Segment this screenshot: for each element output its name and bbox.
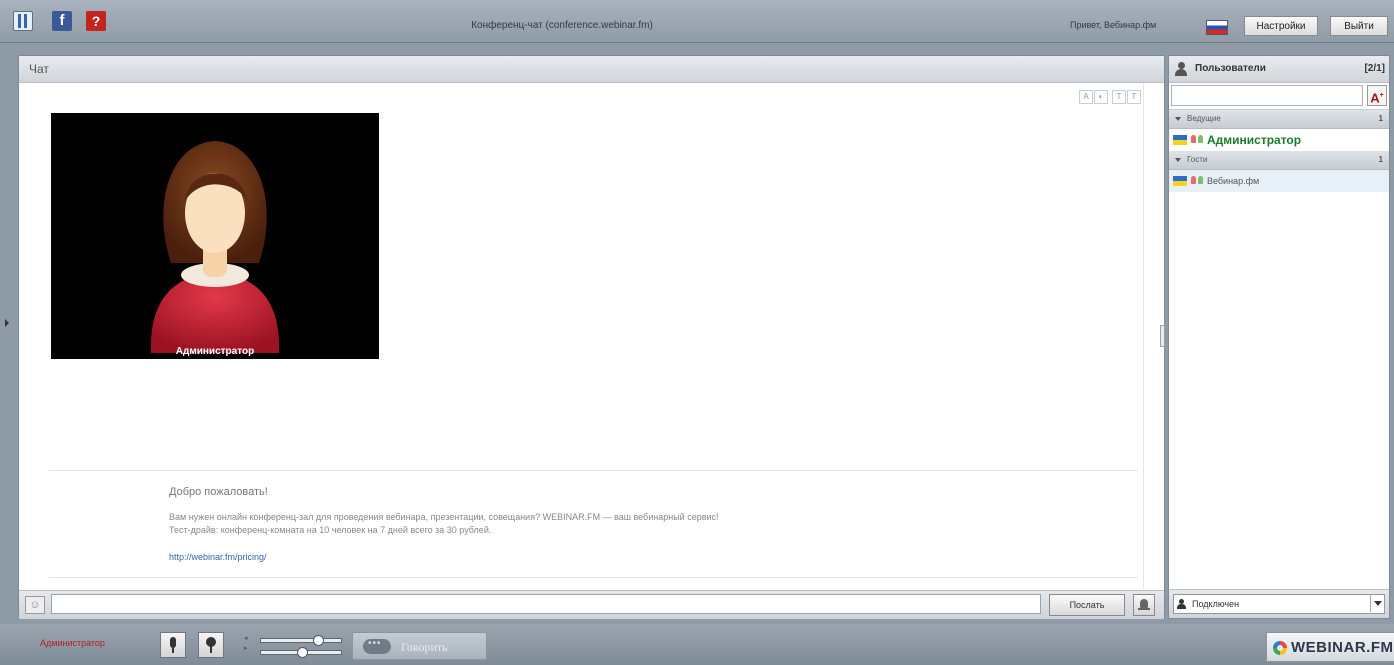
group-name: Гости — [1187, 155, 1208, 164]
logo-icon — [1273, 641, 1287, 655]
slider-knob[interactable] — [297, 647, 308, 658]
group-count: 1 — [1378, 114, 1383, 123]
user-search-input[interactable] — [1171, 85, 1363, 106]
ua-flag-icon — [1173, 176, 1187, 186]
user-name: Вебинар.фм — [1207, 176, 1260, 186]
settings-button[interactable]: Настройки — [1244, 16, 1318, 36]
person-icon — [1177, 599, 1186, 609]
group-header-guests[interactable]: Гости 1 — [1169, 151, 1389, 170]
users-icon — [1175, 62, 1187, 76]
message-input[interactable] — [51, 594, 1041, 614]
top-bar: f ? Конференц-чат (conference.webinar.fm… — [0, 0, 1394, 43]
camera-icon[interactable] — [198, 632, 224, 658]
chat-body: A ◐ T T Администратор Добро пожаловать! … — [19, 83, 1143, 589]
users-count: [2/1] — [1364, 63, 1385, 74]
mic-level-slider[interactable] — [260, 647, 342, 658]
welcome-link[interactable]: http://webinar.fm/pricing/ — [169, 552, 267, 562]
speak-label: Говорить — [401, 640, 448, 654]
user-name: Администратор — [1207, 133, 1302, 147]
mic-status-icon — [1191, 135, 1196, 143]
group-count: 1 — [1378, 155, 1383, 164]
users-title: Пользователи — [1195, 63, 1266, 74]
welcome-title: Добро пожаловать! — [169, 486, 268, 498]
message-row: ☺ Послать — [19, 590, 1164, 619]
text-size-up-icon[interactable]: T — [1112, 90, 1126, 104]
divider — [49, 577, 1138, 578]
status-value: Подключен — [1192, 599, 1240, 609]
welcome-line-2: Тест-драйв: конференц-комната на 10 чело… — [169, 525, 492, 535]
video-caption: Администратор — [175, 346, 255, 357]
avatar-icon — [150, 141, 280, 353]
mic-icon[interactable] — [160, 632, 186, 658]
webinar-logo[interactable]: WEBINAR.FM — [1266, 632, 1394, 662]
status-row: Подключен — [1169, 589, 1389, 618]
speak-button[interactable]: Говорить — [352, 632, 487, 660]
text-size-down-icon[interactable]: T — [1127, 90, 1141, 104]
volume-marks: ◂ ▸ — [244, 635, 248, 652]
slider-knob[interactable] — [313, 635, 324, 646]
bottom-toolbar: Администратор ◂▸ Говорить WEBINAR.FM — [0, 624, 1394, 665]
collapse-left-arrow-icon[interactable] — [5, 319, 9, 327]
group-name: Ведущие — [1187, 114, 1221, 123]
font-size-icon[interactable]: A+ — [1367, 85, 1387, 106]
emoji-icon[interactable]: ☺ — [25, 596, 45, 614]
speak-icon — [363, 638, 391, 654]
user-row-admin[interactable]: Администратор — [1169, 129, 1389, 151]
send-button[interactable]: Послать — [1049, 594, 1125, 616]
chat-panel: Чат A ◐ T T Администратор Добро пожалова… — [18, 55, 1165, 619]
users-header: Пользователи [2/1] — [1169, 56, 1389, 83]
bell-icon[interactable] — [1133, 594, 1155, 616]
user-row-guest[interactable]: Вебинар.фм — [1169, 170, 1389, 192]
chevron-down-icon — [1175, 158, 1181, 162]
cam-status-icon — [1198, 135, 1203, 143]
cam-status-icon — [1198, 176, 1203, 184]
chevron-down-icon — [1175, 117, 1181, 121]
status-select[interactable]: Подключен — [1173, 594, 1385, 614]
color-icon[interactable]: ◐ — [1094, 90, 1108, 104]
ua-flag-icon — [1173, 135, 1187, 145]
ru-flag-icon[interactable] — [1206, 20, 1228, 35]
exit-button[interactable]: Выйти — [1330, 16, 1388, 36]
font-down-icon[interactable]: A — [1079, 90, 1093, 104]
video-stream[interactable]: Администратор — [51, 113, 379, 359]
greeting-text: Привет, Вебинар.фм — [1070, 20, 1157, 30]
users-panel: Пользователи [2/1] A+ Ведущие 1 Админист… — [1168, 55, 1390, 619]
panel-splitter[interactable] — [1160, 325, 1165, 347]
user-search-row: A+ — [1169, 83, 1389, 110]
mic-status-icon — [1191, 176, 1196, 184]
volume-slider[interactable] — [260, 635, 342, 646]
welcome-line-1: Вам нужен онлайн конференц-зал для прове… — [169, 512, 719, 522]
current-user-name: Администратор — [40, 638, 105, 648]
window-title: Конференц-чат (conference.webinar.fm) — [471, 20, 653, 31]
divider — [49, 470, 1138, 471]
logo-text: WEBINAR.FM — [1291, 639, 1394, 656]
group-header-hosts[interactable]: Ведущие 1 — [1169, 110, 1389, 129]
chat-header: Чат — [19, 56, 1164, 83]
chevron-down-icon[interactable] — [1370, 594, 1385, 612]
